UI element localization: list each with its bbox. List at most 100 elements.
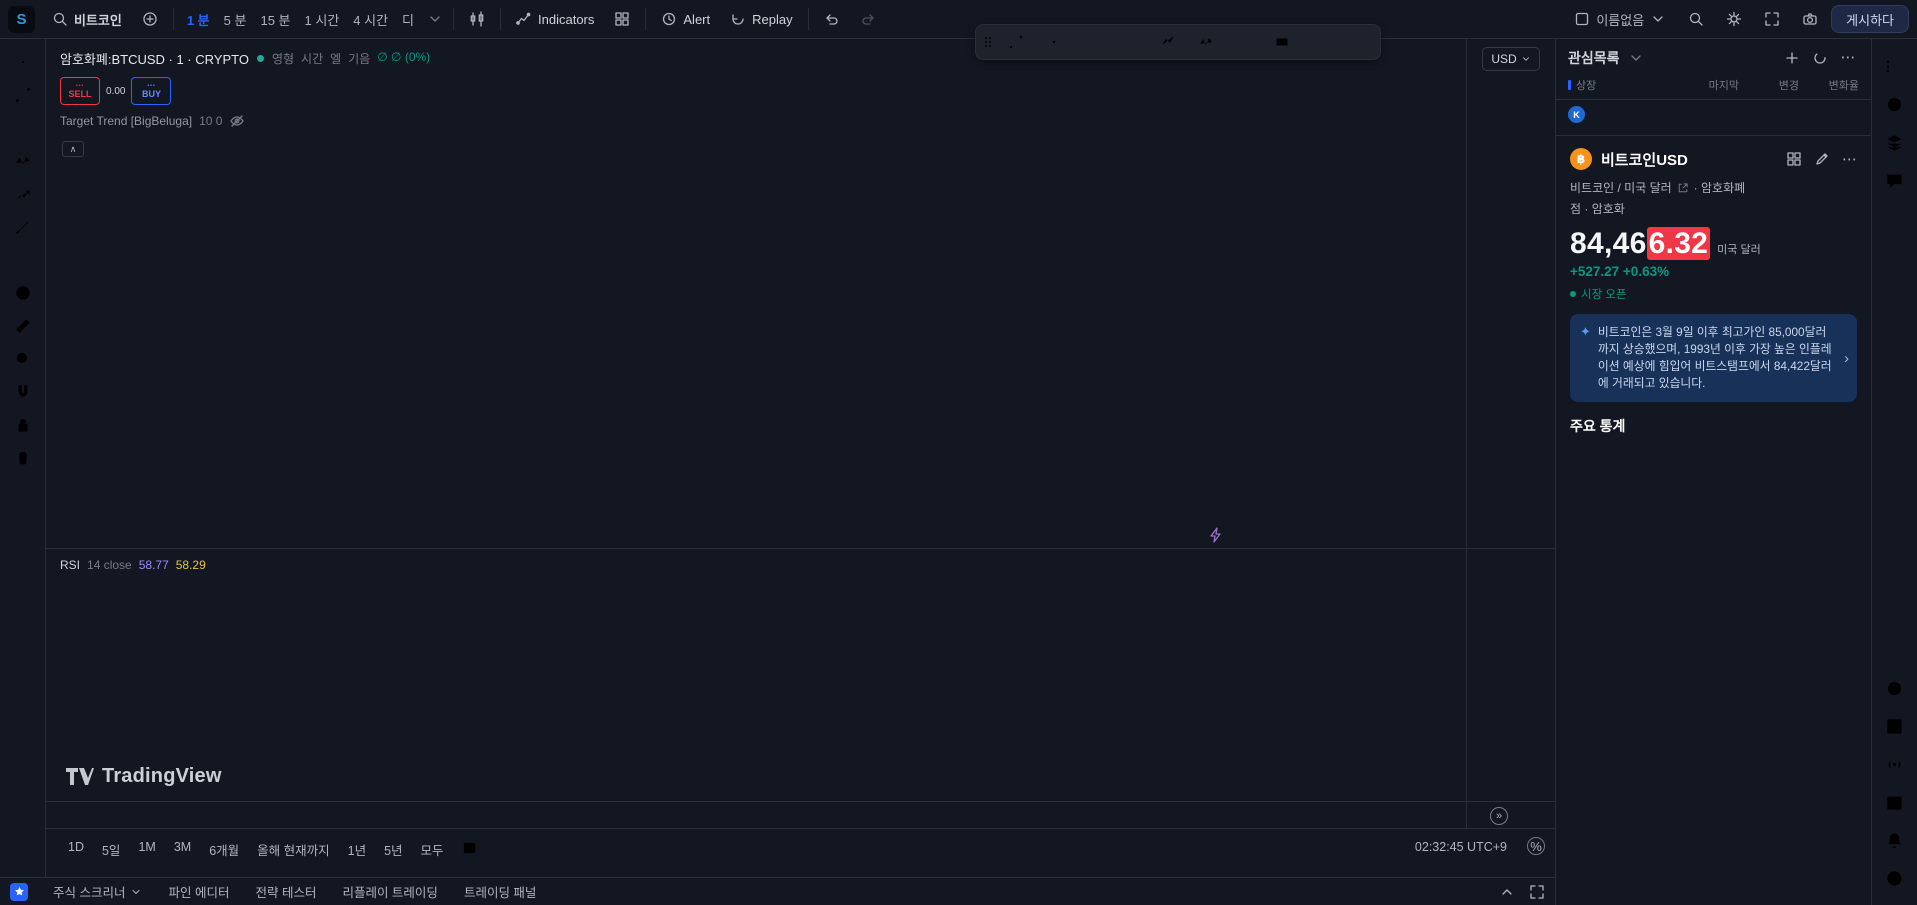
zigzag-tool-button[interactable] (1150, 28, 1186, 56)
watchlist-row[interactable]: K (1556, 100, 1871, 129)
symbol-search-button[interactable]: 비트코인 (43, 5, 131, 33)
text-tool-button[interactable] (1302, 28, 1338, 56)
watchlist-column-header[interactable]: 변경 (1739, 77, 1799, 93)
external-link-icon[interactable] (1677, 180, 1689, 196)
range-button[interactable]: 1M (130, 837, 163, 857)
watchlist-column-header[interactable]: 상장 (1568, 77, 1659, 93)
symbol-detail-title[interactable]: 비트코인USD (1601, 149, 1688, 170)
range-button[interactable]: 1년 (340, 837, 374, 862)
chart-style-button[interactable] (460, 5, 494, 33)
undo-button[interactable] (815, 5, 849, 33)
fib-tool-button[interactable] (4, 113, 42, 143)
bottom-tab[interactable]: 주식 스크리너 (40, 878, 155, 905)
snapshot-button[interactable] (1793, 5, 1827, 33)
zoom-tool-button[interactable] (4, 344, 42, 374)
magnet-tool-button[interactable] (4, 377, 42, 407)
panel-screener-button[interactable] (1877, 709, 1913, 743)
trash-tool-button[interactable] (4, 443, 42, 473)
interval-chevron-icon[interactable] (427, 11, 443, 27)
flat-channel-tool-button[interactable] (1226, 28, 1262, 56)
symbol-title[interactable]: 암호화폐:BTCUSD · 1 · CRYPTO (60, 49, 249, 68)
percent-scale-button[interactable]: % (1527, 837, 1545, 855)
panel-notifications-button[interactable] (1877, 823, 1913, 857)
emoji-tool-button[interactable] (4, 278, 42, 308)
ruler-tool-button[interactable] (4, 311, 42, 341)
rsi-pane[interactable] (46, 548, 1466, 801)
text-tool-button[interactable] (4, 245, 42, 275)
trendline-tool-button[interactable] (4, 80, 42, 110)
goto-realtime-button[interactable]: » (1490, 807, 1508, 825)
replay-button[interactable]: Replay (721, 5, 801, 33)
rsi-legend[interactable]: RSI 14 close 58.77 58.29 (60, 558, 206, 572)
edit-icon[interactable] (1814, 150, 1830, 168)
range-button[interactable]: 올해 현재까지 (249, 837, 337, 862)
pane-separator[interactable] (46, 548, 1555, 549)
rsi-axis[interactable] (1466, 548, 1555, 801)
lock-tool-button[interactable] (4, 410, 42, 440)
price-axis[interactable] (1466, 39, 1555, 548)
redo-button[interactable] (851, 5, 885, 33)
range-button[interactable]: 3M (166, 837, 199, 857)
anchored-text-tool-button[interactable] (1340, 28, 1376, 56)
range-button[interactable]: 5일 (94, 837, 128, 862)
pattern-tool-button[interactable] (4, 146, 42, 176)
more-options-icon[interactable]: ⋯ (1842, 150, 1857, 168)
legend-collapse-button[interactable]: ∧ (62, 141, 84, 157)
trendline-tool-button[interactable] (998, 28, 1034, 56)
publish-button[interactable]: 게시하다 (1831, 5, 1909, 33)
sell-button[interactable]: ⋯ SELL (60, 77, 100, 105)
pattern-tool-button[interactable] (1188, 28, 1224, 56)
panel-layers-button[interactable] (1877, 125, 1913, 159)
hline-tool-button[interactable] (1036, 28, 1072, 56)
buy-button[interactable]: ⋯ BUY (131, 77, 171, 105)
news-card[interactable]: ✦ 비트코인은 3월 9일 이후 최고가인 85,000달러까지 상승했으며, … (1570, 314, 1857, 402)
indicators-button[interactable]: Indicators (507, 5, 603, 33)
quick-search-button[interactable] (1679, 5, 1713, 33)
eye-off-icon[interactable] (229, 113, 245, 129)
bottom-tab[interactable]: 파인 에디터 (155, 878, 242, 905)
forecast-tool-button[interactable] (4, 179, 42, 209)
panel-chat-button[interactable] (1877, 163, 1913, 197)
layout-grid-icon[interactable] (1786, 150, 1802, 168)
watchlist-column-header[interactable]: 마지막 (1659, 77, 1739, 93)
alert-button[interactable]: Alert (652, 5, 719, 33)
interval-button[interactable]: 1 분 (180, 5, 217, 33)
indicator-legend[interactable]: Target Trend [BigBeluga] 10 0 (60, 113, 245, 129)
panel-calendar-button[interactable] (1877, 785, 1913, 819)
panel-streams-button[interactable] (1877, 747, 1913, 781)
brush-tool-button[interactable] (4, 212, 42, 242)
app-logo[interactable]: S (8, 6, 35, 33)
interval-button[interactable]: 15 분 (253, 5, 297, 33)
add-symbol-icon[interactable] (1781, 50, 1803, 66)
watchlist-title[interactable]: 관심목록 (1568, 48, 1647, 68)
panel-help-button[interactable] (1877, 861, 1913, 895)
chart-area[interactable]: » 1D5일1M3M6개월올해 현재까지1년5년모두02:32:45 UTC+9… (46, 39, 1555, 877)
panel-alerts-button[interactable] (1877, 87, 1913, 121)
portfolio-icon[interactable] (1809, 50, 1831, 66)
currency-toggle-button[interactable]: USD (1482, 47, 1540, 71)
fullscreen-button[interactable] (1755, 5, 1789, 33)
bottom-tab[interactable]: 트레이딩 패널 (451, 878, 549, 905)
lightning-badge-icon[interactable] (1206, 525, 1226, 545)
watchlist-column-header[interactable]: 변화율 (1799, 77, 1859, 93)
range-button[interactable]: 5년 (376, 837, 410, 862)
compare-add-button[interactable] (133, 5, 167, 33)
go-to-date-button[interactable] (454, 837, 485, 861)
panel-ideas-button[interactable] (1877, 671, 1913, 705)
price-chart[interactable] (46, 39, 1466, 548)
layout-button[interactable]: 이름없음 (1565, 5, 1675, 33)
range-button[interactable]: 6개월 (201, 837, 247, 862)
interval-button[interactable]: 1 시간 (298, 5, 347, 33)
interval-button[interactable]: 4 시간 (346, 5, 395, 33)
bottom-tab[interactable]: 전략 테스터 (242, 878, 329, 905)
panel-expand-icon[interactable] (1499, 884, 1515, 900)
interval-button[interactable]: 디 (395, 5, 421, 33)
settings-button[interactable] (1717, 5, 1751, 33)
rectangle-tool-button[interactable] (1264, 28, 1300, 56)
regression-tool-button[interactable] (1112, 28, 1148, 56)
indicator-templates-button[interactable] (605, 5, 639, 33)
time-axis[interactable]: » (46, 801, 1555, 828)
channel-tool-button[interactable] (1074, 28, 1110, 56)
range-button[interactable]: 모두 (413, 837, 452, 862)
range-button[interactable]: 1D (60, 837, 92, 857)
